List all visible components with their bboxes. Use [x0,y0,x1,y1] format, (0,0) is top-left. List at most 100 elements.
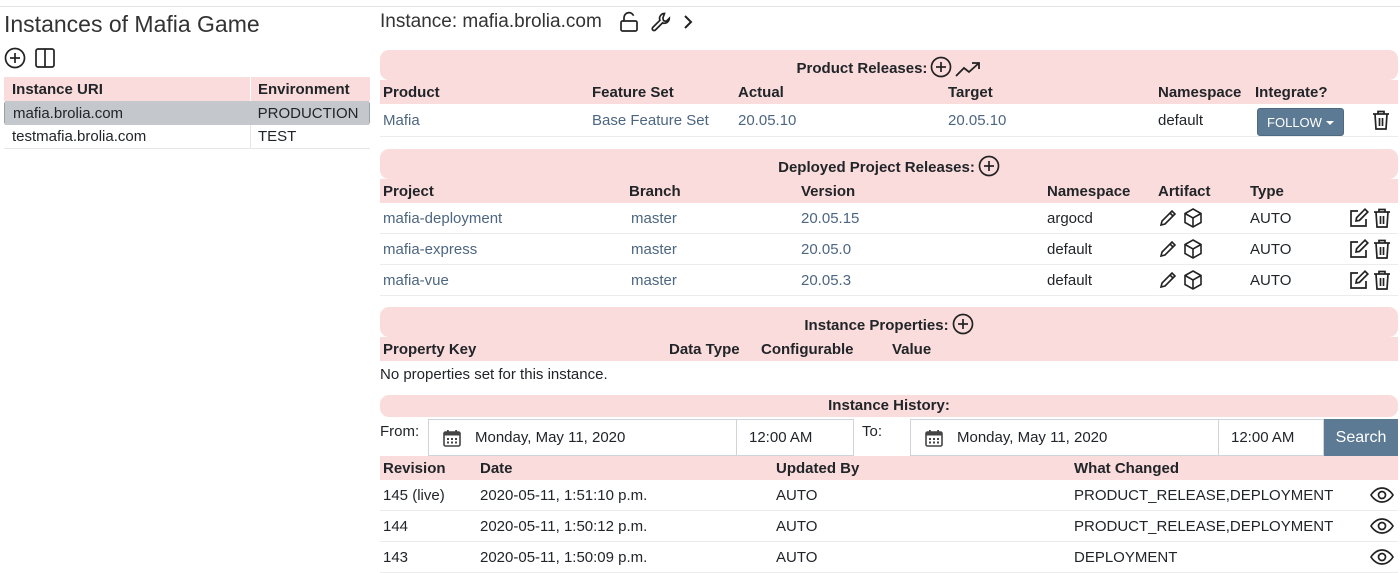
empty-properties-message: No properties set for this instance. [380,366,608,383]
from-datetime-input[interactable]: Monday, May 11, 2020 12:00 AM [428,419,854,456]
panel-toolbar [4,47,56,69]
chevron-right-icon[interactable] [682,13,694,31]
history-row: 145 (live) 2020-05-11, 1:51:10 p.m. AUTO… [380,480,1398,511]
release-type: AUTO [1250,240,1292,258]
trash-icon[interactable] [1372,269,1392,291]
column-header: Integrate? [1255,83,1328,101]
plus-circle-icon[interactable] [4,47,26,69]
column-header: Revision [383,459,446,477]
release-type: AUTO [1250,271,1292,289]
row-actions [1348,265,1392,295]
history-table-header: Revision Date Updated By What Changed [380,456,1398,480]
table-row[interactable]: mafia.brolia.com PRODUCTION [4,101,370,125]
what-changed: PRODUCT_RELEASE,DEPLOYMENT [1074,517,1334,535]
column-header[interactable]: Instance URI [4,77,251,101]
plus-circle-icon[interactable] [952,313,974,335]
column-header: Data Type [669,340,740,358]
trash-icon[interactable] [1371,104,1391,136]
row-actions [1348,203,1392,233]
branch: master [631,271,677,289]
column-header: Configurable [761,340,854,358]
column-header: Updated By [776,459,860,477]
column-header: Type [1250,182,1284,200]
column-header: Version [801,182,856,200]
plus-circle-icon[interactable] [930,56,952,78]
column-header: Value [892,340,932,358]
eye-icon[interactable] [1370,511,1394,541]
feature-set-link[interactable]: Base Feature Set [592,104,709,136]
instance-environment: PRODUCTION [250,101,369,125]
from-date[interactable]: Monday, May 11, 2020 [475,420,737,455]
instances-panel: Instances of Mafia Game Instance URI Env… [0,0,372,573]
search-button[interactable]: Search [1324,419,1398,456]
edit-icon[interactable] [1348,269,1370,291]
branch: master [631,240,677,258]
to-time[interactable]: 12:00 AM [1219,429,1294,446]
column-header: Branch [629,182,681,200]
column-header: Actual [738,83,784,101]
eye-icon[interactable] [1370,480,1394,510]
column-header: Property Key [383,340,477,358]
version: 20.05.3 [801,271,852,289]
target-version: 20.05.10 [948,111,1007,129]
edit-icon[interactable] [1348,207,1370,229]
columns-icon[interactable] [34,47,56,69]
unlock-icon[interactable] [618,11,640,33]
package-icon[interactable] [1182,207,1204,229]
pencil-icon[interactable] [1158,270,1178,290]
column-header: Product [383,83,440,101]
from-time[interactable]: 12:00 AM [737,429,812,446]
trending-up-icon[interactable] [955,60,981,78]
trash-icon[interactable] [1372,238,1392,260]
table-row: mafia-vue master 20.05.3 default AUTO [380,265,1398,296]
plus-circle-icon[interactable] [978,155,1000,177]
column-header: Namespace [1158,83,1242,101]
instance-detail-panel: Instance: mafia.brolia.com Product Relea… [378,0,1400,573]
eye-icon[interactable] [1370,542,1394,572]
to-datetime-input[interactable]: Monday, May 11, 2020 12:00 AM [910,419,1324,456]
table-row[interactable]: testmafia.brolia.com TEST [4,124,370,149]
wrench-icon[interactable] [650,11,672,33]
panel-title: Instances of Mafia Game [4,11,260,37]
to-date[interactable]: Monday, May 11, 2020 [957,420,1219,455]
package-icon[interactable] [1182,269,1204,291]
pencil-icon[interactable] [1158,208,1178,228]
instance-history-header: Instance History: [380,395,1398,417]
table-header: Instance URI Environment [4,77,370,101]
project-link[interactable]: mafia-vue [383,265,449,295]
section-title: Instance History: [828,397,950,414]
namespace: default [1047,240,1093,258]
edit-icon[interactable] [1348,238,1370,260]
trash-icon[interactable] [1372,207,1392,229]
revision: 144 [383,517,409,535]
revision: 145 (live) [383,486,445,504]
instance-uri: testmafia.brolia.com [4,124,251,149]
package-icon[interactable] [1182,238,1204,260]
revision: 143 [383,548,409,566]
pencil-icon[interactable] [1158,239,1178,259]
table-row: mafia-express master 20.05.0 default AUT… [380,234,1398,265]
deployed-releases-header: Deployed Project Releases: [380,149,1398,179]
instance-properties-header: Instance Properties: [380,307,1398,337]
instance-header: Instance: mafia.brolia.com [380,11,704,33]
project-link[interactable]: mafia-express [383,234,477,264]
deployed-releases-table-header: Project Branch Version Namespace Artifac… [380,179,1398,203]
product-releases-table-header: Product Feature Set Actual Target Namesp… [380,80,1398,104]
project-link[interactable]: mafia-deployment [383,203,502,233]
history-row: 143 2020-05-11, 1:50:09 p.m. AUTO DEPLOY… [380,542,1398,573]
column-header: Target [948,83,993,101]
product-link[interactable]: Mafia [383,104,420,136]
release-type: AUTO [1250,209,1292,227]
row-actions [1348,234,1392,264]
instance-environment: TEST [258,128,297,145]
column-header[interactable]: Environment [251,77,370,101]
follow-dropdown[interactable]: FOLLOW [1257,108,1344,136]
namespace: default [1158,111,1204,129]
branch: master [631,209,677,227]
product-releases-header: Product Releases: [380,50,1398,80]
section-title: Instance Properties: [804,317,949,334]
history-date: 2020-05-11, 1:50:12 p.m. [480,517,648,535]
from-label: From: [380,423,420,440]
calendar-icon[interactable] [911,429,957,447]
calendar-icon[interactable] [429,429,475,447]
